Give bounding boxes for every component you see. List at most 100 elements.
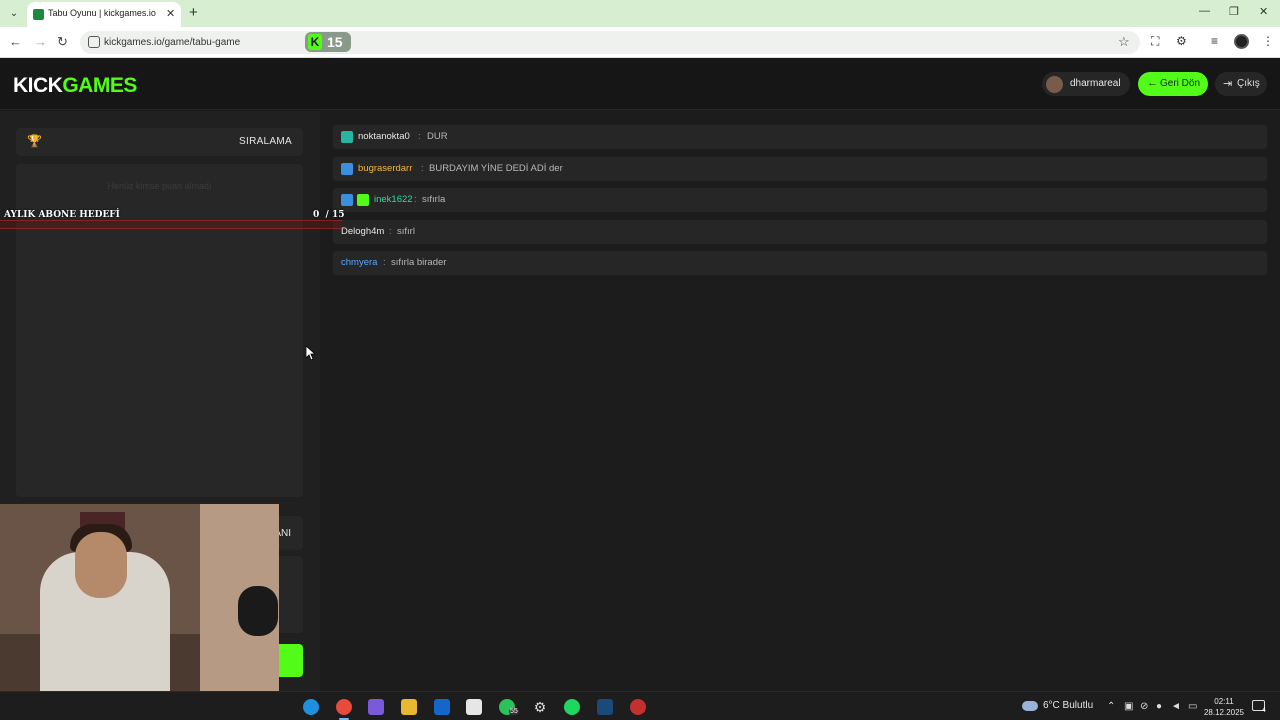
gift-badge-icon (357, 194, 369, 206)
chat-text: sıfırl (397, 225, 415, 237)
chat-separator: : (389, 225, 392, 237)
leaderboard-header: 🏆 SIRALAMA (16, 128, 303, 156)
chat-separator: : (421, 162, 424, 174)
logout-icon: ⇥ (1223, 78, 1233, 90)
obs-recording-icon[interactable] (630, 699, 646, 715)
chat-message: noktanokta0 : DUR (333, 125, 1267, 149)
reload-icon[interactable]: ↻ (57, 34, 68, 50)
browser-menu-icon[interactable]: ⋮ (1262, 34, 1274, 48)
address-bar[interactable]: kickgames.io/game/tabu-game K 15 (80, 31, 1140, 54)
chat-username[interactable]: bugraserdarr (358, 163, 412, 174)
restore-icon[interactable]: ❐ (1229, 5, 1239, 18)
tab-title: Tabu Oyunu | kickgames.io (48, 8, 156, 18)
edge-icon[interactable] (303, 699, 319, 715)
avatar (1046, 76, 1063, 93)
browser-tab-bar: ⌄ Tabu Oyunu | kickgames.io ✕ + — ❐ ✕ (0, 0, 1280, 27)
tray-app-icon[interactable]: ▣ (1124, 701, 1133, 712)
network-off-icon[interactable]: ⊘ (1140, 701, 1148, 712)
chevron-up-icon[interactable]: ⌃ (1107, 701, 1115, 712)
subscriber-goal-label: AYLIK ABONE HEDEFİ (4, 210, 120, 220)
whatsapp-unread-count: 55 (509, 708, 519, 715)
forward-arrow-icon[interactable]: → (34, 34, 47, 49)
subscriber-goal-target: / 15 (325, 210, 345, 220)
browser-toolbar: ← → ↻ kickgames.io/game/tabu-game K 15 ☆… (0, 27, 1280, 58)
extension-badge-count: 15 (327, 34, 343, 50)
subscriber-goal-count: 0 / 15 (313, 210, 345, 220)
cloud-weather-icon (1022, 701, 1038, 711)
logo-text-games: GAMES (62, 74, 137, 97)
leaderboard-title: SIRALAMA (239, 136, 292, 147)
logout-button[interactable]: ⇥ Çıkış (1215, 72, 1267, 96)
spotify-icon[interactable] (564, 699, 580, 715)
mouse-cursor-icon (306, 346, 315, 360)
clock-date: 28.12.2025 (1203, 708, 1245, 717)
subscriber-goal-overlay: AYLIK ABONE HEDEFİ 0 / 15 (0, 208, 345, 236)
minimize-icon[interactable]: — (1199, 5, 1210, 17)
webcam-microphone (238, 586, 278, 636)
system-clock[interactable]: 02:11 28.12.2025 (1203, 696, 1245, 718)
settings-gear-icon[interactable]: ⚙ (532, 699, 548, 715)
notification-count: 4 (1262, 707, 1266, 714)
chat-text: BURDAYIM YİNE DEDİ ADİ der (429, 162, 563, 174)
webcam-streamer-head (75, 532, 127, 598)
close-window-icon[interactable]: ✕ (1259, 5, 1268, 18)
chat-separator: : (414, 194, 417, 205)
speaker-icon[interactable]: ◄ (1171, 701, 1181, 712)
copilot-icon[interactable] (368, 699, 384, 715)
kick-logo-icon: K (308, 34, 322, 50)
weather-text[interactable]: 6°C Bulutlu (1043, 700, 1093, 711)
outlook-icon[interactable] (434, 699, 450, 715)
url-text[interactable]: kickgames.io/game/tabu-game (104, 37, 240, 48)
leaderboard-empty-text: Henüz kimse puan almadı (107, 181, 212, 191)
back-arrow-icon[interactable]: ← (9, 34, 22, 49)
windows-taskbar: 55 ⚙ 6°C Bulutlu ⌃ ▣ ⊘ ● ◄ ▭ 02:11 28.12… (0, 691, 1280, 720)
arrow-left-icon: ← (1147, 77, 1158, 89)
chat-username[interactable]: Delogh4m (341, 226, 384, 237)
chat-message: inek1622 : sıfırla (333, 188, 1267, 212)
username: dharmareal (1070, 78, 1121, 89)
vip-badge-icon (341, 194, 353, 206)
browser-tab[interactable]: Tabu Oyunu | kickgames.io ✕ (27, 2, 181, 27)
subscriber-goal-bar (0, 220, 342, 229)
microphone-icon[interactable]: ● (1156, 701, 1162, 712)
extension-overlay-badge: K 15 (305, 32, 351, 52)
steam-icon[interactable] (597, 699, 613, 715)
chat-list: noktanokta0 : DUR bugraserdarr : BURDAYI… (333, 125, 1267, 283)
site-header: KICKGAMES dharmareal ← Geri Dön ⇥ Çıkış (0, 58, 1280, 110)
tab-search-icon[interactable]: ⌄ (6, 6, 22, 22)
subscriber-goal-current: 0 (313, 210, 320, 220)
file-explorer-icon[interactable] (401, 699, 417, 715)
media-control-icon[interactable]: ≡ (1211, 34, 1218, 48)
tab-close-icon[interactable]: ✕ (166, 7, 175, 20)
chat-username[interactable]: chmyera (341, 257, 377, 268)
chat-text: sıfırla (422, 194, 446, 205)
chat-message: bugraserdarr : BURDAYIM YİNE DEDİ ADİ de… (333, 156, 1267, 181)
extensions-icon[interactable]: ⚙ (1176, 34, 1187, 48)
chat-username[interactable]: inek1622 (374, 194, 413, 205)
bookmark-star-icon[interactable]: ☆ (1118, 34, 1130, 50)
back-button[interactable]: ← Geri Dön (1138, 72, 1208, 96)
trophy-icon: 🏆 (27, 134, 42, 148)
logout-button-label: Çıkış (1237, 78, 1260, 89)
display-icon[interactable]: ▭ (1188, 701, 1197, 712)
kickgames-favicon-icon (33, 9, 44, 20)
chat-username[interactable]: noktanokta0 (358, 131, 410, 142)
store-icon[interactable] (466, 699, 482, 715)
kickgames-logo[interactable]: KICKGAMES (13, 74, 137, 98)
chat-message: Delogh4m : sıfırl (333, 219, 1267, 244)
chat-message: chmyera : sıfırla birader (333, 251, 1267, 275)
chat-separator: : (418, 131, 421, 142)
vip-badge-icon (341, 162, 353, 175)
clock-time: 02:11 (1214, 697, 1234, 706)
chrome-icon[interactable] (336, 699, 352, 715)
chat-text: sıfırla birader (391, 257, 447, 268)
chat-text: DUR (427, 131, 448, 142)
webcam-overlay (0, 504, 279, 691)
logo-text-kick: KICK (13, 74, 63, 97)
site-info-icon[interactable] (88, 36, 100, 48)
user-profile-pill[interactable]: dharmareal (1042, 72, 1130, 96)
new-tab-icon[interactable]: + (189, 4, 198, 21)
profile-avatar-icon[interactable] (1234, 34, 1249, 49)
back-button-label: Geri Dön (1160, 78, 1201, 89)
screenshot-icon[interactable]: ⛶ (1151, 34, 1159, 49)
